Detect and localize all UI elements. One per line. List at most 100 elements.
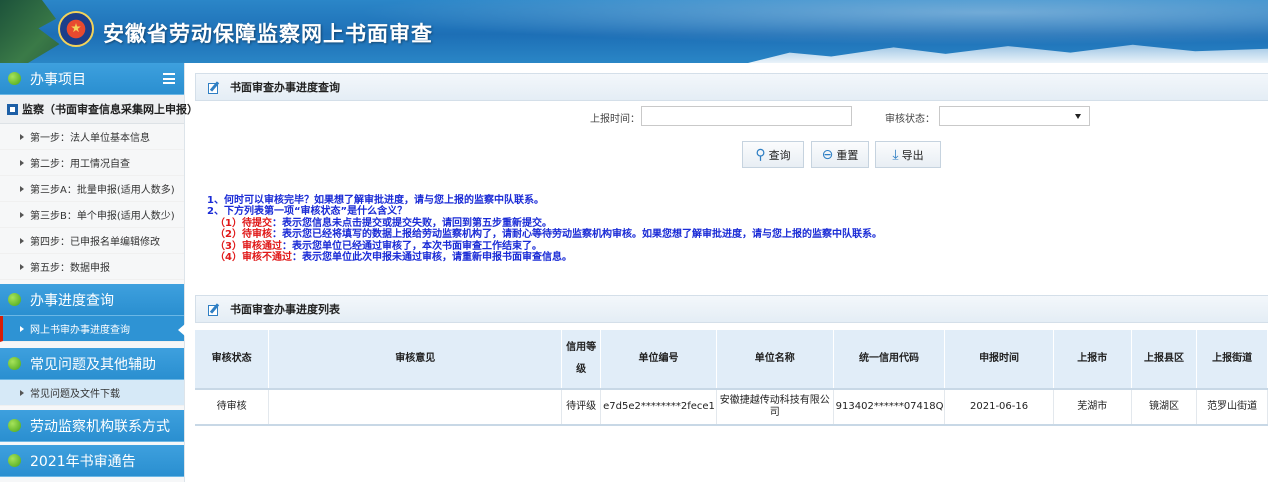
progress-table: 审核状态 审核意见 信用等级 单位编号 单位名称 统一信用代码 申报时间 上报市… <box>195 330 1268 426</box>
export-button-label: 导出 <box>901 148 924 162</box>
sidebar-item-step3a[interactable]: 第三步A：批量申报(适用人数多) <box>0 176 184 202</box>
note-status-4-key: （4）审核不通过 <box>215 252 292 264</box>
sidebar-item-step3b[interactable]: 第三步B：单个申报(适用人数少) <box>0 202 184 228</box>
green-dot-icon <box>8 454 21 467</box>
note-q2: 2、下方列表第一项“审核状态”是什么含义？ <box>207 206 408 218</box>
sidebar-item-label: 第二步：用工情况自查 <box>30 159 130 170</box>
note-status-2: （2）待审核：表示您已经将填写的数据上报给劳动监察机构了，请耐心等待劳动监察机构… <box>207 229 882 240</box>
table-cell: 待审核 <box>195 389 270 426</box>
table-cell: 待评级 <box>561 389 602 426</box>
status-label: 审核状态： <box>885 114 935 125</box>
list-panel-title-label: 书面审查办事进度列表 <box>230 303 340 316</box>
table-cell: 913402******07418Q <box>833 389 946 426</box>
help-notes: 1、何时可以审核完毕？如果想了解审批进度，请与您上报的监察中队联系。 2、下方列… <box>207 195 882 263</box>
menu-header-label: 2021年书审通告 <box>30 453 136 470</box>
note-status-4: （4）审核不通过：表示您单位此次申报未通过审核，请重新申报书面审查信息。 <box>207 252 882 263</box>
search-button-label: 查询 <box>768 148 791 162</box>
site-header: 安徽省劳动保障监察网上书面审查 <box>0 0 1268 63</box>
table-cell: 芜湖市 <box>1053 389 1132 426</box>
triangle-right-icon <box>20 263 24 270</box>
sidebar-item-step5[interactable]: 第五步：数据申报 <box>0 254 184 280</box>
note-status-4-text: ：表示您单位此次申报未通过审核，请重新申报书面审查信息。 <box>291 252 572 264</box>
green-dot-icon <box>8 357 21 370</box>
column-header[interactable]: 信用等级 <box>561 330 602 390</box>
report-time-label: 上报时间： <box>590 114 640 125</box>
triangle-right-icon <box>20 389 24 396</box>
query-panel-title: 书面审查办事进度查询 <box>195 73 1268 101</box>
table-cell: 安徽捷越传动科技有限公司 <box>716 389 834 426</box>
edit-icon <box>208 302 222 316</box>
export-button[interactable]: ⤓ 导出 <box>875 141 941 168</box>
site-title: 安徽省劳动保障监察网上书面审查 <box>103 22 433 46</box>
column-header[interactable]: 统一信用代码 <box>833 330 946 390</box>
column-header[interactable]: 上报市 <box>1053 330 1132 390</box>
menu-header-items[interactable]: 办事项目 <box>0 63 184 95</box>
reset-button[interactable]: ⊖ 重置 <box>811 141 869 168</box>
menu-header-contact[interactable]: 劳动监察机构联系方式 <box>0 410 184 442</box>
triangle-right-icon <box>20 325 24 332</box>
sidebar-item-label: 网上书审办事进度查询 <box>30 325 130 336</box>
list-panel-title: 书面审查办事进度列表 <box>195 295 1268 323</box>
green-dot-icon <box>8 293 21 306</box>
sidebar-item-faq-download[interactable]: 常见问题及文件下载 <box>0 380 184 406</box>
search-button[interactable]: ⚲ 查询 <box>742 141 804 168</box>
menu-collapse-icon[interactable] <box>163 73 175 84</box>
note-status-3-key: （3）审核通过 <box>215 240 282 252</box>
search-icon: ⚲ <box>755 146 766 163</box>
status-select[interactable] <box>939 106 1090 126</box>
query-panel-title-label: 书面审查办事进度查询 <box>230 81 340 94</box>
menu-header-faq[interactable]: 常见问题及其他辅助 <box>0 348 184 380</box>
triangle-right-icon <box>20 211 24 218</box>
table-cell: 镜湖区 <box>1131 389 1198 426</box>
sidebar-item-step2[interactable]: 第二步：用工情况自查 <box>0 150 184 176</box>
sidebar-item-label: 第三步A：批量申报(适用人数多) <box>30 185 175 196</box>
sidebar-item-progress-query[interactable]: 网上书审办事进度查询 <box>0 316 185 342</box>
column-header[interactable]: 单位编号 <box>600 330 717 390</box>
menu-header-label: 办事项目 <box>30 71 86 88</box>
triangle-right-icon <box>20 159 24 166</box>
green-dot-icon <box>8 72 21 85</box>
sidebar-item-label: 常见问题及文件下载 <box>30 389 120 400</box>
sidebar: 办事项目 监察（书面审查信息采集网上申报） 第一步：法人单位基本信息 第二步：用… <box>0 63 198 482</box>
sidebar-item-label: 第四步：已申报名单编辑修改 <box>30 237 160 248</box>
note-status-3-text: ：表示您单位已经通过审核了，本次书面审查工作结束了。 <box>281 240 542 252</box>
triangle-right-icon <box>20 185 24 192</box>
green-dot-icon <box>8 419 21 432</box>
report-time-input[interactable] <box>641 106 852 126</box>
note-status-3: （3）审核通过：表示您单位已经通过审核了，本次书面审查工作结束了。 <box>207 241 882 252</box>
column-header[interactable]: 单位名称 <box>716 330 834 390</box>
table-cell: 2021-06-16 <box>944 389 1054 426</box>
menu-header-label: 劳动监察机构联系方式 <box>30 418 170 435</box>
menu-header-label: 办事进度查询 <box>30 292 114 309</box>
menu-header-notice[interactable]: 2021年书审通告 <box>0 445 184 477</box>
minus-circle-icon: ⊖ <box>821 146 834 163</box>
column-header[interactable]: 审核意见 <box>268 330 563 390</box>
sidebar-item-label: 第五步：数据申报 <box>30 263 110 274</box>
note-status-1-text: ：表示您信息未点击提交或提交失败，请回到第五步重新提交。 <box>271 217 552 229</box>
column-header[interactable]: 审核状态 <box>195 330 270 390</box>
sidebar-item-label: 第一步：法人单位基本信息 <box>30 133 150 144</box>
note-status-2-key: （2）待审核 <box>215 229 272 241</box>
table-cell: e7d5e2********2fece1 <box>600 389 717 426</box>
sidebar-item-step4[interactable]: 第四步：已申报名单编辑修改 <box>0 228 184 254</box>
section-header-inspection[interactable]: 监察（书面审查信息采集网上申报） <box>0 95 198 124</box>
sidebar-item-label: 第三步B：单个申报(适用人数少) <box>30 211 175 222</box>
emblem-logo-icon <box>58 11 94 47</box>
note-status-1: （1）待提交：表示您信息未点击提交或提交失败，请回到第五步重新提交。 <box>207 218 882 229</box>
edit-icon <box>208 80 222 94</box>
section-header-label: 监察（书面审查信息采集网上申报） <box>22 103 198 116</box>
download-icon: ⤓ <box>892 146 899 163</box>
table-cell: 范罗山街道 <box>1196 389 1268 426</box>
menu-header-progress[interactable]: 办事进度查询 <box>0 284 184 316</box>
column-header[interactable]: 上报县区 <box>1131 330 1198 390</box>
note-status-2-text: ：表示您已经将填写的数据上报给劳动监察机构了，请耐心等待劳动监察机构审核。如果您… <box>271 229 882 241</box>
column-header[interactable]: 申报时间 <box>944 330 1054 390</box>
triangle-right-icon <box>20 237 24 244</box>
table-row[interactable]: 待审核 待评级 e7d5e2********2fece1 安徽捷越传动科技有限公… <box>195 389 1268 426</box>
filter-row: 上报时间： 审核状态： <box>195 101 1268 131</box>
table-cell <box>268 389 563 426</box>
column-header[interactable]: 上报街道 <box>1196 330 1268 390</box>
square-icon <box>7 103 18 115</box>
reset-button-label: 重置 <box>836 148 859 162</box>
sidebar-item-step1[interactable]: 第一步：法人单位基本信息 <box>0 124 184 150</box>
